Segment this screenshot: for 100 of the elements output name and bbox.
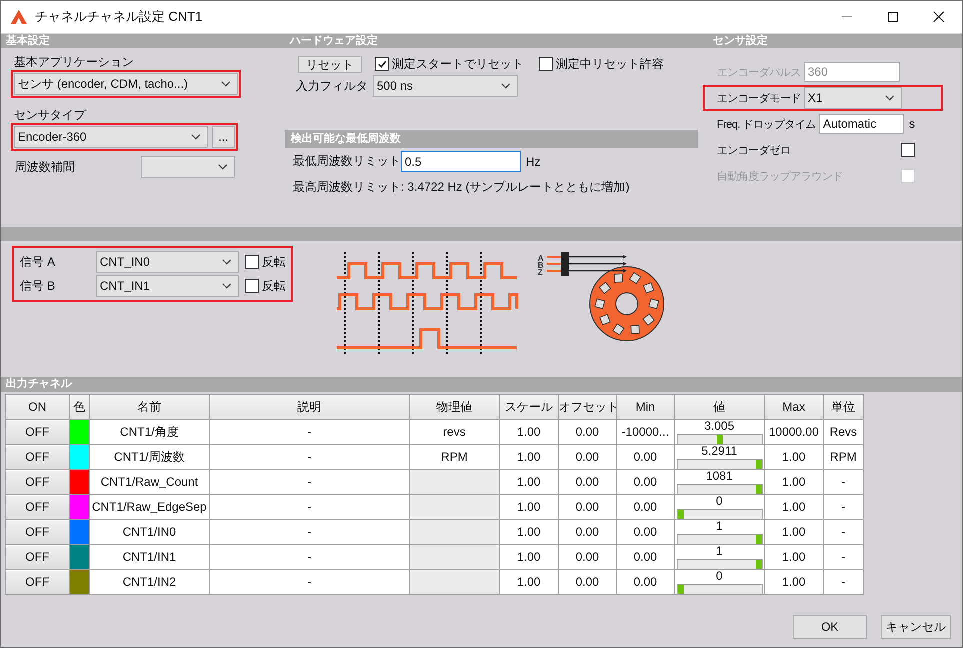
info-text: 最高周波数リミット: 3.4722 Hz (サンプルレートとともに増加) <box>292 179 631 196</box>
table-cell: - <box>824 494 864 520</box>
table-cell: RPM <box>824 444 864 470</box>
table-cell: CNT1/Raw_Count <box>90 470 210 494</box>
dropdown[interactable]: CNT_IN0 <box>96 251 239 273</box>
toggle-button[interactable]: OFF <box>6 446 69 468</box>
table-cell: 0.00 <box>558 570 616 594</box>
field-label: 最低周波数リミット <box>293 153 401 170</box>
field-label: エンコーダパルス <box>716 66 802 80</box>
toggle-button[interactable]: OFF <box>6 520 69 544</box>
chevron-icon <box>218 164 228 170</box>
pin-label: B <box>538 261 544 270</box>
section-header: 基本設定 <box>1 34 285 48</box>
table-cell: 1.00 <box>764 494 824 520</box>
table-cell: CNT1/IN2 <box>90 570 210 594</box>
table-cell: 1.00 <box>764 444 824 470</box>
value-text: 1081 <box>705 470 734 482</box>
field-label: 入力フィルタ <box>296 78 369 94</box>
section-header: 出力チャネル <box>1 377 962 392</box>
field-label: エンコーダゼロ <box>716 144 792 158</box>
maximize-icon[interactable] <box>887 11 899 23</box>
pin-label: Z <box>538 268 543 277</box>
value-text: 5.2911 <box>700 445 738 457</box>
unit-label: s <box>909 117 916 131</box>
table-cell: 0.00 <box>558 520 616 544</box>
field-label: Freq. ドロップタイム <box>716 118 818 132</box>
section-header: センサ設定 <box>703 34 962 48</box>
dropdown[interactable]: X1 <box>804 87 902 109</box>
table-cell: 1.00 <box>500 470 558 494</box>
toggle-button[interactable]: OFF <box>6 470 69 494</box>
table-cell: - <box>824 470 864 494</box>
section-header: ハードウェア設定 <box>285 34 703 48</box>
unit-label: Hz <box>526 154 541 168</box>
value-text: 1 <box>715 545 724 557</box>
table-cell: 1.00 <box>500 494 558 520</box>
checkbox[interactable] <box>375 57 389 71</box>
table-cell: - <box>824 570 864 594</box>
field-label: センサタイプ <box>13 107 88 123</box>
input-field: 360 <box>804 62 900 82</box>
toggle-button[interactable]: OFF <box>6 496 69 518</box>
table-cell: 0.00 <box>616 470 674 494</box>
toggle-button[interactable]: OFF <box>6 546 69 568</box>
checkbox-label: 反転 <box>262 278 286 294</box>
checkbox[interactable] <box>245 255 259 269</box>
input-field[interactable]: Automatic <box>819 114 904 134</box>
table-cell: 10000.00 <box>764 420 824 444</box>
ok-button[interactable]: OK <box>793 615 867 639</box>
table-cell: - <box>824 544 864 570</box>
field-label: 周波数補間 <box>15 158 76 176</box>
checkbox[interactable] <box>245 279 259 293</box>
table-cell: 0.00 <box>616 444 674 470</box>
pin-label: A <box>538 254 544 263</box>
dropdown[interactable]: センサ (encoder, CDM, tacho...) <box>14 73 238 95</box>
checkbox[interactable] <box>901 143 915 157</box>
table-cell: CNT1/角度 <box>90 420 210 444</box>
table-cell: revs <box>410 420 500 444</box>
input-field[interactable]: 0.5 <box>401 151 521 172</box>
table-cell: Revs <box>824 420 864 444</box>
chevron-icon <box>885 95 895 101</box>
table-cell: - <box>210 520 410 544</box>
field-label: エンコーダモード <box>716 92 802 106</box>
table-cell: 1.00 <box>500 444 558 470</box>
value-text: 3.005 <box>703 420 736 432</box>
column-header: 色 <box>70 394 90 420</box>
checkbox[interactable] <box>539 57 553 71</box>
field-label: 信号 B <box>20 278 56 294</box>
table-cell: 0.00 <box>558 470 616 494</box>
chevron-icon <box>501 83 511 89</box>
dropdown[interactable]: Encoder-360 <box>14 126 208 148</box>
table-cell: CNT1/IN0 <box>90 520 210 544</box>
table-cell: - <box>210 494 410 520</box>
toggle-button[interactable]: OFF <box>6 570 69 594</box>
section-header: 検出可能な最低周波数 <box>285 130 698 148</box>
chevron-icon <box>222 259 232 265</box>
table-cell: 1.00 <box>764 570 824 594</box>
value-text: 0 <box>715 570 724 582</box>
table-cell: - <box>210 444 410 470</box>
reset-button[interactable]: リセット <box>298 56 362 72</box>
window-title: チャネルチャネル設定 CNT1 <box>35 8 203 26</box>
table-cell: 1.00 <box>500 420 558 444</box>
field-label: 基本アプリケーション <box>13 54 135 70</box>
toggle-button[interactable]: OFF <box>6 420 69 444</box>
dropdown[interactable]: CNT_IN1 <box>96 275 239 297</box>
dropdown[interactable]: 500 ns <box>373 75 518 97</box>
table-cell: - <box>824 520 864 544</box>
table-cell: CNT1/周波数 <box>90 444 210 470</box>
value-text: 0 <box>715 495 724 507</box>
column-header: Max <box>764 394 824 420</box>
table-cell: 0.00 <box>558 444 616 470</box>
more-button[interactable]: ... <box>212 126 235 148</box>
cancel-button[interactable]: キャンセル <box>881 615 951 639</box>
table-cell: 1.00 <box>500 520 558 544</box>
table-cell: 0.00 <box>616 494 674 520</box>
table-cell: 0.00 <box>558 494 616 520</box>
table-cell: - <box>210 470 410 494</box>
close-icon[interactable] <box>933 11 945 23</box>
table-cell: - <box>210 544 410 570</box>
column-header: 説明 <box>210 394 410 420</box>
field-label: 信号 A <box>20 254 56 270</box>
column-header: オフセット <box>558 394 616 420</box>
